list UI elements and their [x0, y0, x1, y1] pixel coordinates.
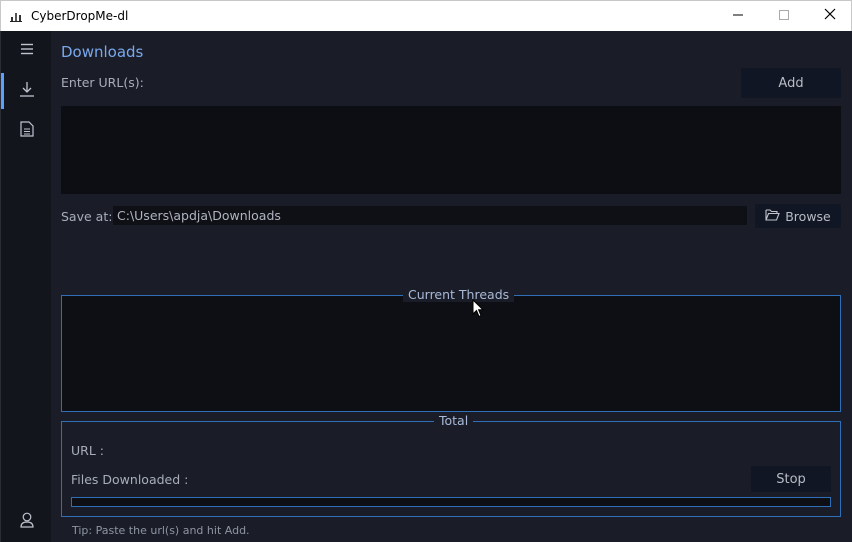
- close-button[interactable]: [807, 1, 852, 31]
- total-legend: Total: [434, 413, 474, 428]
- url-input[interactable]: [61, 106, 841, 194]
- document-icon: [19, 121, 34, 141]
- maximize-icon: [779, 9, 789, 24]
- sidebar: [0, 31, 51, 542]
- folder-open-icon: [765, 208, 781, 224]
- minimize-icon: [733, 9, 743, 24]
- mouse-cursor-icon: [472, 298, 485, 323]
- maximize-button[interactable]: [761, 1, 807, 31]
- save-path-field[interactable]: C:\Users\apdja\Downloads: [113, 206, 747, 225]
- threads-legend: Current Threads: [403, 287, 515, 302]
- total-progress-bar: [71, 497, 831, 507]
- close-icon: [824, 8, 836, 24]
- minimize-button[interactable]: [715, 1, 761, 31]
- total-panel: Total URL : Files Downloaded : Stop: [61, 413, 841, 517]
- tip-text: Tip: Paste the url(s) and hit Add.: [72, 524, 250, 537]
- user-icon: [19, 512, 34, 532]
- window-title: CyberDropMe-dl: [31, 9, 129, 23]
- save-path-label: Save at:: [61, 209, 113, 224]
- stop-button[interactable]: Stop: [751, 466, 831, 492]
- add-button[interactable]: Add: [741, 68, 841, 98]
- download-icon: [19, 81, 35, 101]
- sidebar-item-log[interactable]: [1, 111, 52, 151]
- current-threads-panel: Current Threads: [61, 287, 841, 412]
- sidebar-item-downloads[interactable]: [1, 71, 52, 111]
- main-panel: Downloads Enter URL(s): Add Save at: C:\…: [51, 31, 852, 542]
- browse-label: Browse: [785, 208, 831, 224]
- sidebar-item-account[interactable]: [1, 502, 52, 542]
- browse-button[interactable]: Browse: [755, 204, 841, 228]
- files-downloaded-label: Files Downloaded :: [71, 472, 189, 487]
- hamburger-menu-icon: [20, 43, 34, 59]
- url-input-label: Enter URL(s):: [61, 75, 144, 90]
- page-title: Downloads: [61, 43, 144, 61]
- current-url-label: URL :: [71, 443, 104, 458]
- sidebar-menu-button[interactable]: [1, 31, 52, 71]
- app-logo-icon: [10, 10, 22, 22]
- title-bar: CyberDropMe-dl: [0, 0, 852, 31]
